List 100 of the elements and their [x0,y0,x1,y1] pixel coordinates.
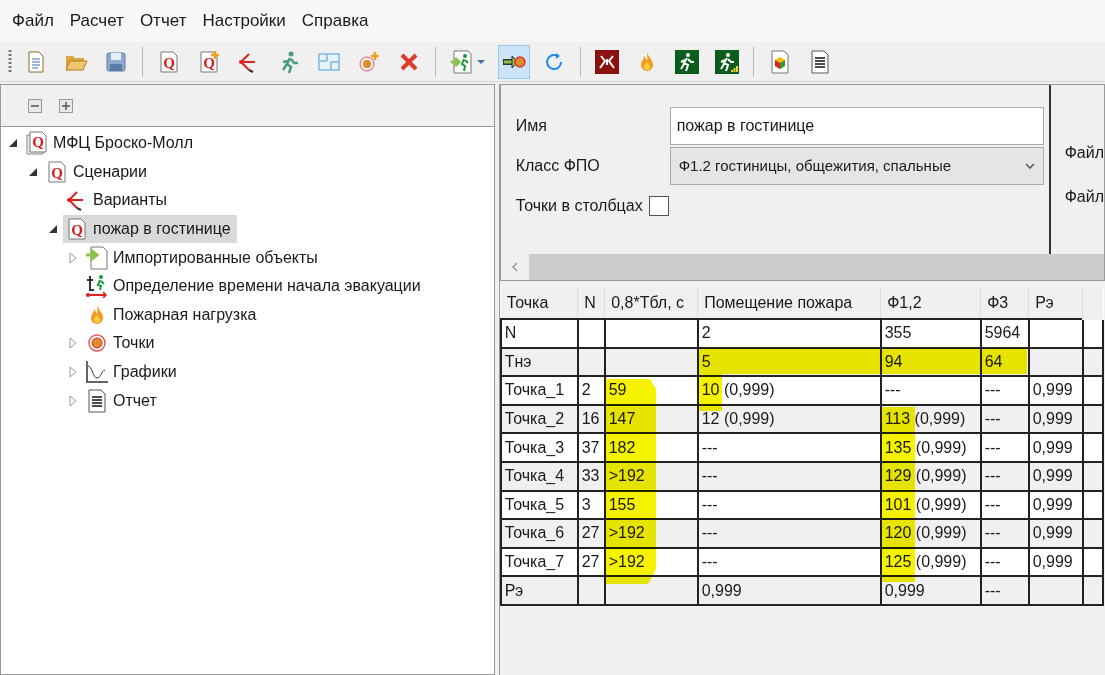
table-cell: 129 (0,999) [884,467,967,485]
menu-item[interactable]: Настройки [194,8,294,34]
table-cell: 147 [608,410,636,428]
checkbox[interactable] [648,196,669,216]
tree-item[interactable]: Q МФЦ Броско-Молл [23,129,200,158]
text-document-icon [808,49,832,74]
table-cell: 0,999 [1032,410,1073,428]
tree-item[interactable]: Определение времени начала эвакуации [83,272,427,301]
table-cell: 125 (0,999) [884,553,967,571]
table-cell: 101 (0,999) [884,495,967,513]
toolbar-button[interactable] [498,44,530,79]
column-header[interactable]: N [577,287,605,319]
tree-item[interactable]: Точки [83,329,161,358]
table-cell: Точка_7 [504,553,565,571]
table-cell: 10 (0,999) [701,381,775,399]
table-cell: 182 [608,438,636,456]
name-field[interactable]: пожар в гостинице [669,107,1044,145]
chevron-down-icon [1024,163,1035,169]
table-cell: --- [984,553,1001,571]
table-cell: --- [884,381,901,399]
save-icon [104,49,128,74]
menu-item[interactable]: Справка [293,8,377,34]
table-cell: Точка_2 [504,410,565,428]
collapsed-toggle-icon[interactable] [69,337,77,350]
table-cell: --- [701,467,718,485]
tree-item[interactable]: Пожарная нагрузка [83,300,263,329]
exit-sign-bars-icon [715,49,739,74]
fire-sign-icon [595,49,619,74]
table-cell: 155 [608,495,636,513]
evacuation-time-icon [85,274,109,299]
tree-item[interactable]: Q пожар в гостинице [63,215,237,244]
table-cell: 0,999 [1032,438,1073,456]
table-cell: Точка_4 [504,467,565,485]
column-header[interactable]: Рэ [1028,287,1083,319]
tree-item[interactable]: Q Сценарии [43,157,153,186]
menu-item[interactable]: Отчет [131,8,195,34]
collapsed-toggle-icon[interactable] [69,366,77,379]
field-label: Имя [515,116,548,136]
table-cell: 0,999 [1032,381,1073,399]
table-cell: --- [984,467,1001,485]
class-dropdown[interactable]: Ф1.2 гостиницы, общежития, спальные [669,147,1044,185]
table-cell: 5 [701,352,711,370]
import-document-icon [85,245,109,270]
table-cell: --- [701,438,718,456]
table-cell: 113 (0,999) [884,410,966,428]
table-cell: 0,999 [1032,553,1073,571]
table-cell: 3 [581,495,591,513]
table-cell: >192 [608,467,645,485]
table-cell: 5964 [984,324,1021,342]
tree-item[interactable]: Графики [83,358,183,387]
table-cell: --- [701,495,718,513]
tree-item[interactable]: Импортированные объекты [83,243,324,272]
expanded-toggle-icon[interactable] [48,224,58,235]
collapse-all-button[interactable] [28,98,42,113]
column-header[interactable]: Помещение пожара [697,287,881,319]
menu-item[interactable]: Расчет [61,8,132,34]
table-cell: --- [984,495,1001,513]
table-cell: N [504,324,517,342]
table-cell: --- [984,524,1001,542]
table-cell: --- [984,581,1001,599]
field-label: Файл [1064,143,1104,163]
table-cell: 27 [581,524,600,542]
column-header[interactable]: Точка [500,287,578,319]
q-document-icon: Q [65,217,89,242]
expanded-toggle-icon[interactable] [28,166,38,177]
target-plus-icon [357,49,381,74]
column-header[interactable]: Ф3 [980,287,1029,319]
table-cell: 2 [701,324,711,342]
collapsed-toggle-icon[interactable] [69,251,77,264]
table-cell: 12 (0,999) [701,410,775,428]
table-cell: --- [984,381,1001,399]
table-cell: 64 [984,352,1003,370]
expanded-toggle-icon[interactable] [8,138,18,149]
chart-icon [85,360,109,385]
table-cell: --- [984,438,1001,456]
table-cell: >192 [608,553,645,571]
column-header[interactable]: Ф1,2 [880,287,981,319]
table-cell: Тнэ [504,352,532,370]
expand-all-button[interactable] [59,98,73,113]
table-cell: Точка_1 [504,381,565,399]
exit-sign-icon [675,49,699,74]
table-cell: Точка_6 [504,524,565,542]
cube-document-icon [768,49,792,74]
table-cell: Рэ [504,581,524,599]
toolbar-grip-icon [8,48,12,75]
table-cell: 0,999 [884,581,925,599]
menu-item[interactable]: Файл [4,8,62,34]
table-cell: 33 [581,467,600,485]
tree-item[interactable]: Варианты [63,186,173,215]
collapsed-toggle-icon[interactable] [69,394,77,407]
plus-icon [62,101,70,110]
table-cell: 135 (0,999) [884,438,967,456]
table-cell: 0,999 [701,581,742,599]
tree-item[interactable]: Отчет [83,386,163,415]
checkbox-label: Точки в столбцах [515,196,643,216]
column-header[interactable]: 0,8*Tбл, с [604,287,698,319]
table-cell: 355 [884,324,912,342]
table-cell: --- [984,410,1001,428]
table-cell: 0,999 [1032,495,1073,513]
table-cell: 16 [581,410,600,428]
